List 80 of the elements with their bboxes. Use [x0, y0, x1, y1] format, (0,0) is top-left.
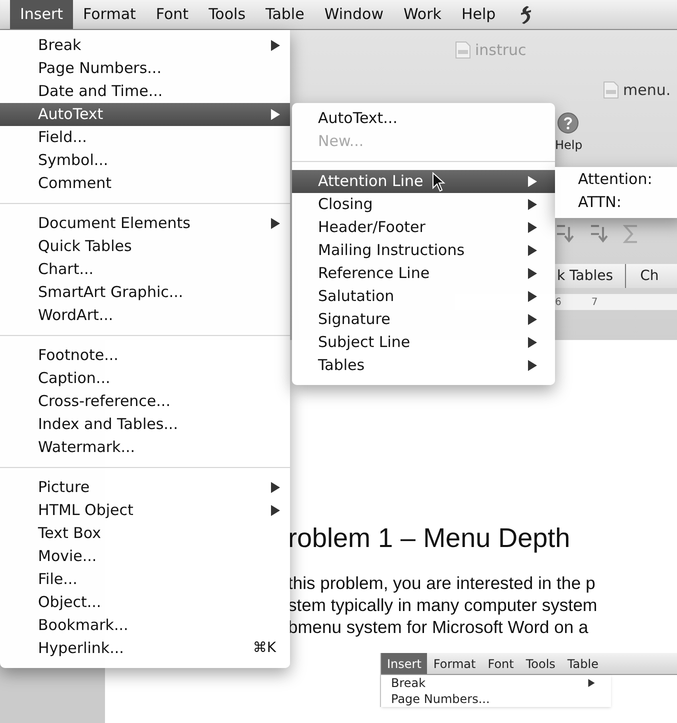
menu-item[interactable]: Object...	[0, 591, 290, 614]
menu-bar-item: Insert	[381, 653, 428, 674]
menu-item[interactable]: Picture	[0, 476, 290, 499]
menu-bar-item: Font	[486, 656, 515, 672]
quick-tables-tab[interactable]: k Tables	[555, 264, 626, 288]
menu-bar-item[interactable]: Window	[314, 0, 394, 29]
submenu-arrow-icon	[528, 360, 537, 371]
submenu-arrow-icon	[271, 505, 280, 516]
submenu-arrow-icon	[271, 482, 280, 493]
document-text-line: this problem, you are interested in the p	[288, 572, 596, 594]
menu-item[interactable]: Tables	[292, 354, 555, 377]
menu-item[interactable]: Movie...	[0, 545, 290, 568]
submenu-arrow-icon	[271, 40, 280, 51]
menu-bar-item[interactable]: Table	[256, 0, 314, 29]
menu-item[interactable]: Field...	[0, 126, 290, 149]
menu-item[interactable]: Document Elements	[0, 212, 290, 235]
menu-item[interactable]: Mailing Instructions	[292, 239, 555, 262]
menu-bar-item: Format	[432, 656, 477, 672]
menu-item[interactable]: Reference Line	[292, 262, 555, 285]
menu-item[interactable]: Attention:	[555, 168, 677, 191]
menu-bar-item: Tools	[524, 656, 556, 672]
menu-item[interactable]: Text Box	[0, 522, 290, 545]
menu-item[interactable]: Symbol...	[0, 149, 290, 172]
submenu-arrow-icon	[528, 199, 537, 210]
menu-item[interactable]: Salutation	[292, 285, 555, 308]
submenu-arrow-icon	[528, 268, 537, 279]
submenu-arrow-icon	[271, 218, 280, 229]
menu-bar-item[interactable]: Work	[393, 0, 452, 29]
menu-bar-item[interactable]: Tools	[198, 0, 256, 29]
submenu-arrow-icon	[528, 222, 537, 233]
menu-item[interactable]: Index and Tables...	[0, 413, 290, 436]
menu-item[interactable]: Caption...	[0, 367, 290, 390]
menu-item[interactable]: Watermark...	[0, 436, 290, 459]
menu-bar-item[interactable]: Insert	[10, 0, 74, 29]
document-text-line: bmenu system for Microsoft Word on a	[288, 616, 590, 638]
chart-tab[interactable]: Ch	[626, 264, 677, 288]
menu-item[interactable]: WordArt...	[0, 304, 290, 327]
help-label: Help	[555, 137, 582, 154]
menu-item[interactable]: AutoText...	[292, 107, 555, 130]
document-icon	[455, 41, 471, 59]
menu-item[interactable]: HTML Object	[0, 499, 290, 522]
menu-item[interactable]: Subject Line	[292, 331, 555, 354]
menu-item[interactable]: ATTN:	[555, 191, 677, 214]
menu-item[interactable]: Comment	[0, 172, 290, 195]
menu-item[interactable]: SmartArt Graphic...	[0, 281, 290, 304]
menu-item[interactable]: Break	[0, 34, 290, 57]
mouse-pointer-icon	[432, 172, 446, 192]
menu-item[interactable]: Bookmark...	[0, 614, 290, 637]
submenu-arrow-icon	[271, 109, 280, 120]
menu-item[interactable]: Page Numbers...	[0, 57, 290, 80]
submenu-arrow-icon	[588, 679, 595, 687]
ruler-number: 7	[591, 296, 598, 310]
ruler-number: 6	[555, 296, 562, 310]
menu-item[interactable]: Header/Footer	[292, 216, 555, 239]
sum-icon[interactable]	[623, 224, 639, 244]
window-title: menu.	[623, 80, 671, 101]
submenu-arrow-icon	[528, 337, 537, 348]
submenu-arrow-icon	[528, 291, 537, 302]
menu-item[interactable]: AutoText	[0, 103, 290, 126]
submenu-arrow-icon	[528, 176, 537, 187]
menu-item[interactable]: Hyperlink... ⌘K	[0, 637, 290, 660]
menu-item[interactable]: Quick Tables	[0, 235, 290, 258]
menu-item[interactable]: Signature	[292, 308, 555, 331]
menu-item[interactable]: Footnote...	[0, 344, 290, 367]
document-heading: roblem 1 – Menu Depth	[288, 522, 572, 554]
menu-item[interactable]: Closing	[292, 193, 555, 216]
menu-item[interactable]: Attention Line	[292, 170, 555, 193]
submenu-arrow-icon	[528, 245, 537, 256]
menu-item[interactable]: Chart...	[0, 258, 290, 281]
menu-bar-item: Table	[566, 656, 600, 672]
menu-item[interactable]: Cross-reference...	[0, 390, 290, 413]
menu-bar-item[interactable]: Format	[73, 0, 146, 29]
submenu-arrow-icon	[528, 314, 537, 325]
menu-bar-item[interactable]: Font	[146, 0, 199, 29]
help-icon[interactable]	[557, 112, 579, 134]
menu-item[interactable]: File...	[0, 568, 290, 591]
document-icon	[603, 81, 619, 99]
menu-item[interactable]: Date and Time...	[0, 80, 290, 103]
menu-bar-item[interactable]: Help	[451, 0, 506, 29]
document-text-line: stem typically in many computer system	[288, 594, 598, 616]
